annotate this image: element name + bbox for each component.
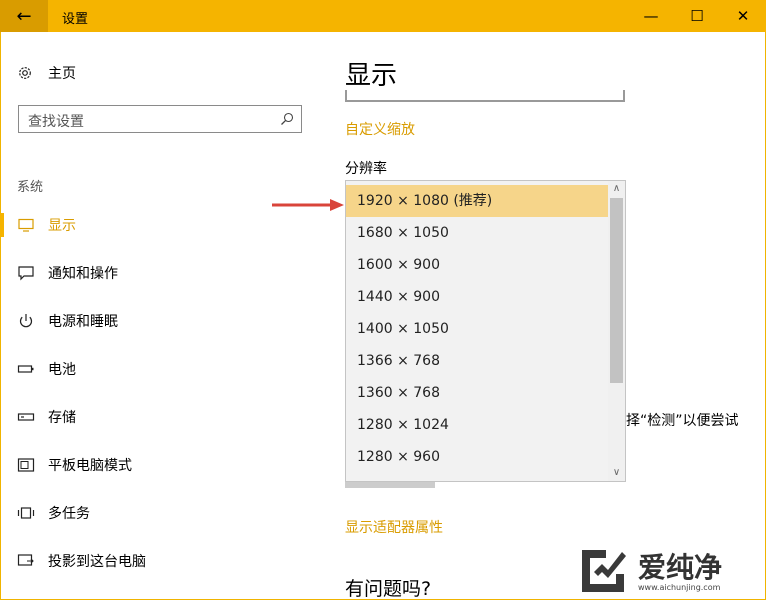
power-icon bbox=[17, 312, 35, 330]
monitor-icon bbox=[17, 216, 35, 234]
search-input[interactable]: 查找设置 bbox=[18, 105, 302, 133]
battery-icon bbox=[17, 360, 35, 378]
watermark-logo: 爱纯净 www.aichunjing.com bbox=[566, 540, 756, 600]
scrollbar-thumb[interactable] bbox=[610, 198, 623, 383]
tablet-icon bbox=[17, 456, 35, 474]
resolution-option[interactable]: 1400 × 1050 bbox=[346, 313, 608, 345]
sidebar-item-multitasking[interactable]: 多任务 bbox=[17, 501, 90, 525]
resolution-option[interactable]: 1280 × 960 bbox=[346, 441, 608, 473]
faq-heading: 有问题吗? bbox=[345, 578, 432, 600]
brand-logo-icon bbox=[582, 550, 626, 592]
gear-icon bbox=[19, 67, 31, 79]
resolution-option[interactable]: 1360 × 768 bbox=[346, 377, 608, 409]
sidebar-item-label: 显示 bbox=[48, 218, 76, 234]
sidebar-item-notifications[interactable]: 通知和操作 bbox=[17, 261, 118, 285]
sidebar-item-display[interactable]: 显示 bbox=[17, 213, 76, 237]
sidebar-item-power[interactable]: 电源和睡眠 bbox=[17, 309, 118, 333]
display-adapter-properties-link[interactable]: 显示适配器属性 bbox=[345, 517, 443, 537]
watermark-url: www.aichunjing.com bbox=[638, 583, 721, 592]
annotation-arrow-icon bbox=[272, 199, 344, 211]
minimize-icon: — bbox=[643, 7, 659, 25]
sidebar-item-label: 通知和操作 bbox=[48, 266, 118, 282]
sidebar-item-label: 多任务 bbox=[48, 506, 90, 522]
close-icon: ✕ bbox=[736, 7, 750, 25]
detect-hint-text: 择“检测”以便尝试 bbox=[626, 413, 739, 429]
sidebar-item-label: 存储 bbox=[48, 410, 76, 426]
sidebar-item-home[interactable]: 主页 bbox=[17, 63, 76, 83]
detect-button[interactable] bbox=[345, 482, 435, 488]
notification-icon bbox=[17, 264, 35, 282]
scroll-down-icon[interactable]: ∨ bbox=[608, 465, 625, 481]
sidebar-item-label: 投影到这台电脑 bbox=[48, 554, 146, 570]
sidebar-item-label: 主页 bbox=[48, 66, 76, 82]
resolution-option[interactable]: 1680 × 1050 bbox=[346, 217, 608, 249]
resolution-option-selected[interactable]: 1920 × 1080 (推荐) bbox=[346, 185, 608, 217]
watermark-brand: 爱纯净 bbox=[638, 551, 723, 584]
search-placeholder: 查找设置 bbox=[28, 114, 84, 130]
sidebar-item-battery[interactable]: 电池 bbox=[17, 357, 76, 381]
page-title: 显示 bbox=[345, 61, 398, 91]
maximize-button[interactable]: ☐ bbox=[674, 0, 720, 32]
resolution-label: 分辨率 bbox=[345, 161, 387, 177]
sidebar-item-label: 电池 bbox=[48, 362, 76, 378]
resolution-option[interactable]: 1280 × 1024 bbox=[346, 409, 608, 441]
section-heading-system: 系统 bbox=[17, 180, 44, 195]
maximize-icon: ☐ bbox=[690, 7, 704, 25]
resolution-option[interactable]: 1366 × 768 bbox=[346, 345, 608, 377]
sidebar-item-project[interactable]: 投影到这台电脑 bbox=[17, 549, 146, 573]
title-bar: ← 设置 — ☐ ✕ bbox=[0, 0, 766, 32]
scale-dropdown-bottom bbox=[345, 90, 625, 102]
back-arrow-icon: ← bbox=[16, 5, 32, 27]
sidebar-item-storage[interactable]: 存储 bbox=[17, 405, 76, 429]
multitask-icon bbox=[17, 504, 35, 522]
active-indicator bbox=[0, 213, 4, 237]
sidebar-item-label: 平板电脑模式 bbox=[48, 458, 132, 474]
minimize-button[interactable]: — bbox=[628, 0, 674, 32]
close-button[interactable]: ✕ bbox=[720, 0, 766, 32]
sidebar-item-tablet-mode[interactable]: 平板电脑模式 bbox=[17, 453, 132, 477]
resolution-dropdown-list[interactable]: 1920 × 1080 (推荐) 1680 × 1050 1600 × 900 … bbox=[345, 180, 626, 482]
sidebar-item-label: 电源和睡眠 bbox=[48, 314, 118, 330]
back-button[interactable]: ← bbox=[0, 0, 48, 32]
custom-scaling-link[interactable]: 自定义缩放 bbox=[345, 119, 415, 139]
resolution-option[interactable]: 1440 × 900 bbox=[346, 281, 608, 313]
project-icon bbox=[17, 552, 35, 570]
scroll-up-icon[interactable]: ∧ bbox=[608, 181, 625, 197]
resolution-option[interactable]: 1600 × 900 bbox=[346, 249, 608, 281]
window-title: 设置 bbox=[62, 12, 89, 27]
storage-icon bbox=[17, 408, 35, 426]
search-icon[interactable] bbox=[280, 112, 294, 126]
